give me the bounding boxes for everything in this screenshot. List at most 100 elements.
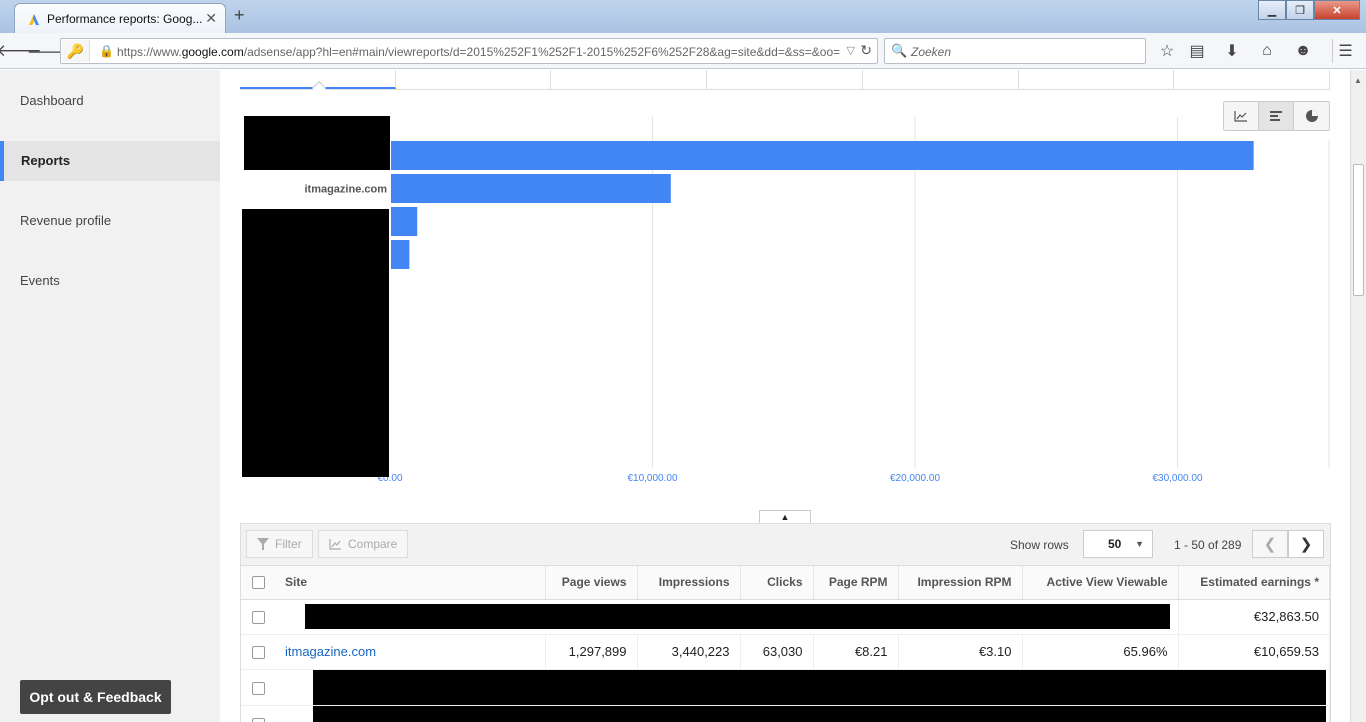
pagination-text: 1 - 50 of 289: [1174, 538, 1242, 552]
chart-bar: [391, 207, 418, 236]
x-tick-label: €10,000.00: [627, 473, 677, 484]
chart-bar: [391, 141, 1254, 170]
table-row: [241, 669, 1330, 706]
earnings-bar-chart: €0.00 €10,000.00 €20,000.00 €30,000.00itmag…: [242, 116, 1330, 484]
lock-icon: 🔒: [99, 44, 114, 58]
table-toolbar: Filter Compare Show rows 50 ▼ 1 - 50 of …: [241, 524, 1330, 566]
show-rows-label: Show rows: [1010, 538, 1069, 552]
close-window-icon[interactable]: ✕: [1314, 0, 1360, 20]
feedback-smiley-icon[interactable]: ☻: [1290, 39, 1316, 63]
cell-active-view: 65.96%: [1022, 634, 1179, 670]
browser-nav-bar: 🡐 🡒 🔑 🔒 https://www.google.com/adsense/a…: [0, 33, 1366, 69]
row-checkbox[interactable]: [241, 705, 275, 722]
search-placeholder: Zoeken: [911, 45, 952, 59]
scorecard-active-view[interactable]: [1174, 70, 1331, 89]
sidebar-item-events[interactable]: Events: [0, 261, 220, 301]
cell-impressions: 3,440,223: [637, 634, 741, 670]
cell-earnings: €32,863.50: [1178, 599, 1330, 635]
tab-title: Performance reports: Goog...: [47, 12, 203, 26]
select-all-checkbox[interactable]: [241, 566, 275, 600]
collapse-chart-toggle[interactable]: ▲: [759, 510, 811, 524]
redacted-block: [313, 705, 1326, 722]
filter-icon: [257, 538, 269, 550]
column-site[interactable]: Site: [275, 566, 546, 600]
chart-bar: [391, 174, 671, 203]
compare-icon: [329, 539, 341, 550]
menu-hamburger-icon[interactable]: ☰: [1332, 39, 1358, 63]
table-row: [241, 705, 1330, 722]
tab-close-icon[interactable]: ✕: [205, 10, 217, 27]
redacted-block: [313, 669, 1326, 705]
opt-out-feedback-button[interactable]: Opt out & Feedback: [20, 680, 171, 714]
download-icon[interactable]: ⬇: [1219, 39, 1245, 63]
adsense-favicon-icon: [29, 14, 39, 25]
row-checkbox[interactable]: [241, 634, 275, 670]
reload-icon[interactable]: ↻: [860, 42, 872, 59]
scorecard-strip: [240, 70, 1331, 90]
redacted-row-content: [275, 599, 1179, 635]
column-clicks[interactable]: Clicks: [740, 566, 814, 600]
previous-page-button[interactable]: ❮: [1252, 530, 1288, 558]
address-bar[interactable]: 🔑 🔒 https://www.google.com/adsense/app?h…: [60, 38, 878, 64]
cell-impression-rpm: €3.10: [898, 634, 1023, 670]
filter-label: Filter: [275, 537, 302, 551]
window-controls: ▁ ❐ ✕: [1258, 0, 1360, 20]
bookmark-star-icon[interactable]: ☆: [1154, 39, 1180, 63]
minimize-icon[interactable]: ▁: [1258, 0, 1286, 20]
compare-label: Compare: [348, 537, 398, 551]
scroll-up-icon[interactable]: ▲: [1354, 76, 1362, 85]
search-input[interactable]: 🔍 Zoeken: [884, 38, 1146, 64]
cell-clicks: 63,030: [740, 634, 814, 670]
chevron-down-icon: ▼: [1135, 539, 1144, 549]
maximize-icon[interactable]: ❐: [1286, 0, 1314, 20]
scorecard-impression-rpm[interactable]: [1019, 70, 1175, 89]
column-page-rpm[interactable]: Page RPM: [813, 566, 899, 600]
redacted-label-block: [244, 116, 390, 170]
scorecard-clicks[interactable]: [707, 70, 863, 89]
url-dropdown-icon[interactable]: ▽: [847, 44, 855, 57]
scroll-thumb[interactable]: [1353, 164, 1364, 296]
row-checkbox[interactable]: [241, 669, 275, 706]
sidebar-item-revenue-profile[interactable]: Revenue profile: [0, 201, 220, 241]
scorecard-impressions[interactable]: [551, 70, 708, 89]
url-text: https://www.google.com/adsense/app?hl=en…: [117, 45, 841, 59]
report-table-panel: Filter Compare Show rows 50 ▼ 1 - 50 of …: [240, 523, 1331, 722]
table-row: itmagazine.com 1,297,899 3,440,223 63,03…: [241, 634, 1330, 670]
redacted-block: [305, 604, 1170, 629]
redacted-label-block: [242, 209, 389, 477]
cell-page-rpm: €8.21: [813, 634, 899, 670]
x-tick-label: €20,000.00: [890, 473, 940, 484]
new-tab-icon[interactable]: +: [234, 5, 245, 26]
column-impression-rpm[interactable]: Impression RPM: [898, 566, 1023, 600]
table-row: €32,863.50: [241, 599, 1330, 635]
home-icon[interactable]: ⌂: [1254, 39, 1280, 63]
sidebar-item-dashboard[interactable]: Dashboard: [0, 81, 220, 121]
redacted-row-content: [275, 705, 1330, 722]
search-icon: 🔍: [891, 43, 908, 58]
column-estimated-earnings[interactable]: Estimated earnings *: [1178, 566, 1330, 600]
compare-button[interactable]: Compare: [318, 530, 409, 558]
column-page-views[interactable]: Page views: [545, 566, 638, 600]
y-category-label: itmagazine.com: [304, 184, 387, 196]
next-page-button[interactable]: ❯: [1288, 530, 1324, 558]
browser-tab-bar: Performance reports: Goog... ✕ + ▁ ❐ ✕: [0, 0, 1366, 33]
browser-tab[interactable]: Performance reports: Goog... ✕: [14, 3, 226, 33]
forward-arrow-icon[interactable]: 🡒: [27, 38, 67, 64]
scorecard-page-views[interactable]: [396, 70, 552, 89]
sidebar: Dashboard Reports Revenue profile Events…: [0, 70, 220, 722]
sidebar-item-reports[interactable]: Reports: [0, 141, 220, 181]
rows-per-page-select[interactable]: 50 ▼: [1083, 530, 1153, 558]
row-checkbox[interactable]: [241, 599, 275, 635]
redacted-row-content: [275, 669, 1330, 706]
main-content: €0.00 €10,000.00 €20,000.00 €30,000.00 itmag…: [220, 70, 1350, 722]
chart-bar: [391, 240, 410, 269]
scorecard-page-rpm[interactable]: [863, 70, 1019, 89]
reading-list-icon[interactable]: ▤: [1184, 39, 1210, 63]
column-impressions[interactable]: Impressions: [637, 566, 741, 600]
column-active-view[interactable]: Active View Viewable: [1022, 566, 1179, 600]
page-scrollbar[interactable]: ▲: [1350, 70, 1366, 722]
filter-button[interactable]: Filter: [246, 530, 313, 558]
x-tick-label: €30,000.00: [1152, 473, 1202, 484]
site-link[interactable]: itmagazine.com: [275, 634, 546, 670]
site-identity-key-icon[interactable]: 🔑: [62, 40, 90, 62]
